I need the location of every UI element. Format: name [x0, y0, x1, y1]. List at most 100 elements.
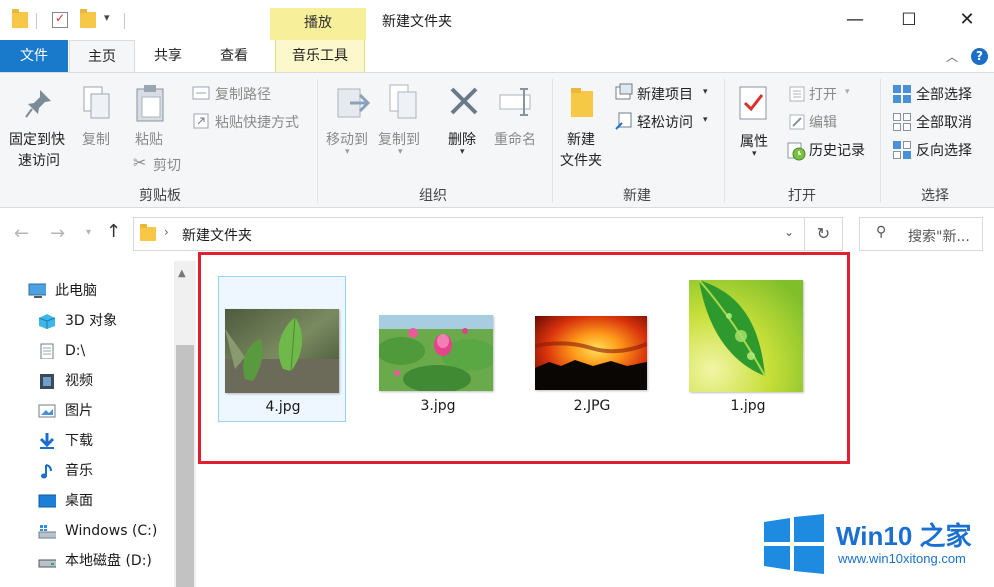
- help-icon[interactable]: ?: [971, 48, 988, 65]
- delete-icon: [450, 87, 478, 115]
- search-input[interactable]: ⚲ 搜索"新...: [859, 217, 983, 251]
- pin-quick-access-button[interactable]: 固定到快: [9, 129, 65, 149]
- nav-label: 视频: [65, 373, 93, 389]
- copy-button[interactable]: 复制: [82, 129, 110, 149]
- local-disk-icon: [38, 559, 56, 568]
- address-dropdown-icon[interactable]: ⌄: [784, 225, 794, 239]
- nav-label: Windows (C:): [65, 523, 158, 539]
- select-none-button[interactable]: 全部取消: [916, 112, 972, 132]
- group-label-open: 打开: [788, 188, 816, 204]
- invert-selection-icon: [893, 141, 911, 159]
- breadcrumb-chevron-icon[interactable]: ›: [164, 225, 169, 239]
- nav-scrollbar-thumb[interactable]: [176, 345, 194, 587]
- divider: [124, 13, 125, 29]
- breadcrumb-current[interactable]: 新建文件夹: [182, 225, 252, 245]
- move-to-button[interactable]: 移动到: [326, 129, 368, 149]
- group-divider: [552, 79, 553, 203]
- 3d-objects-icon: [38, 314, 56, 329]
- copy-path-button[interactable]: 复制路径: [215, 84, 271, 104]
- tab-home[interactable]: 主页: [69, 40, 135, 73]
- copy-to-dropdown-icon[interactable]: ▾: [398, 147, 403, 157]
- windows-drive-icon: [38, 525, 56, 539]
- properties-icon: [739, 86, 767, 120]
- window-title: 新建文件夹: [382, 14, 452, 30]
- recent-locations-icon[interactable]: ▾: [86, 227, 91, 238]
- properties-quick-icon[interactable]: [52, 11, 68, 28]
- refresh-button[interactable]: ↻: [805, 217, 843, 251]
- forward-arrow-icon[interactable]: →: [50, 223, 65, 244]
- nav-label: 3D 对象: [65, 313, 118, 329]
- up-arrow-icon[interactable]: ↑: [106, 221, 121, 242]
- computer-icon: [28, 283, 46, 298]
- search-placeholder: 搜索"新...: [908, 229, 970, 245]
- invert-selection-button[interactable]: 反向选择: [916, 140, 972, 160]
- tab-music-tools[interactable]: 音乐工具: [275, 40, 365, 72]
- tab-share[interactable]: 共享: [140, 40, 196, 72]
- nav-label: 此电脑: [55, 283, 97, 299]
- new-item-button[interactable]: 新建项目: [637, 84, 693, 104]
- cut-button[interactable]: 剪切: [153, 155, 181, 175]
- delete-button[interactable]: 删除: [448, 129, 476, 149]
- new-folder-label: 文件夹: [560, 153, 602, 169]
- nav-label: 下载: [65, 433, 93, 449]
- watermark-url: www.win10xitong.com: [838, 551, 966, 566]
- new-folder-button[interactable]: 新建: [567, 129, 595, 149]
- paste-shortcut-button[interactable]: 粘贴快捷方式: [215, 112, 299, 132]
- pictures-icon: [38, 404, 56, 418]
- new-folder-icon: [571, 88, 593, 117]
- select-all-icon: [893, 85, 911, 103]
- back-arrow-icon[interactable]: ←: [14, 223, 29, 244]
- new-item-icon: [615, 83, 633, 100]
- nav-label: 图片: [65, 403, 93, 419]
- context-tab-play[interactable]: 播放: [270, 8, 366, 40]
- easy-access-dropdown-icon[interactable]: ▾: [703, 115, 708, 125]
- open-dropdown-icon[interactable]: ▾: [845, 87, 850, 97]
- new-item-dropdown-icon[interactable]: ▾: [703, 87, 708, 97]
- group-label-organize: 组织: [419, 188, 447, 204]
- group-divider: [724, 79, 725, 203]
- scissors-icon: ✂: [133, 153, 147, 172]
- group-divider: [317, 79, 318, 203]
- address-bar[interactable]: › 新建文件夹 ⌄: [133, 217, 805, 251]
- watermark-title: Win10 之家: [836, 521, 972, 551]
- history-button[interactable]: 历史记录: [809, 140, 865, 160]
- scroll-up-arrow-icon[interactable]: ▲: [178, 268, 186, 279]
- nav-label: 本地磁盘 (D:): [65, 553, 152, 569]
- copy-to-button[interactable]: 复制到: [378, 129, 420, 149]
- group-label-new: 新建: [623, 188, 651, 204]
- open-button[interactable]: 打开: [809, 84, 837, 104]
- document-icon: [40, 343, 54, 359]
- paste-button[interactable]: 粘贴: [135, 129, 163, 149]
- paste-icon: [136, 85, 164, 122]
- nav-label: 桌面: [65, 493, 93, 509]
- highlight-box: [198, 252, 850, 464]
- properties-button[interactable]: 属性: [740, 131, 768, 151]
- close-button[interactable]: ✕: [944, 0, 990, 40]
- select-all-button[interactable]: 全部选择: [916, 84, 972, 104]
- rename-button[interactable]: 重命名: [494, 129, 536, 149]
- paste-shortcut-icon: [193, 113, 209, 129]
- ribbon-tabs: 文件 主页 共享 查看 音乐工具 ︿ ?: [0, 40, 994, 73]
- customize-quick-access-icon[interactable]: ▾: [104, 11, 110, 24]
- group-label-clipboard: 剪贴板: [139, 188, 181, 204]
- copy-icon: [83, 86, 110, 119]
- properties-dropdown-icon[interactable]: ▾: [752, 149, 757, 159]
- nav-label: 音乐: [65, 463, 93, 479]
- maximize-button[interactable]: ☐: [886, 0, 932, 40]
- move-to-dropdown-icon[interactable]: ▾: [345, 147, 350, 157]
- video-icon: [40, 374, 54, 389]
- ribbon: 固定到快 速访问 复制 粘贴 复制路径 粘贴快捷方式 ✂ 剪切 剪贴板 移动到 …: [0, 72, 994, 208]
- easy-access-button[interactable]: 轻松访问: [637, 112, 693, 132]
- search-icon: ⚲: [876, 224, 887, 240]
- minimize-button[interactable]: —: [832, 0, 878, 40]
- open-icon: [789, 86, 805, 102]
- group-label-select: 选择: [921, 188, 949, 204]
- new-folder-quick-icon[interactable]: [80, 9, 96, 28]
- download-icon: [39, 433, 55, 449]
- desktop-icon: [38, 494, 56, 508]
- edit-button[interactable]: 编辑: [809, 112, 837, 132]
- delete-dropdown-icon[interactable]: ▾: [460, 147, 465, 157]
- tab-file[interactable]: 文件: [0, 40, 68, 72]
- collapse-ribbon-icon[interactable]: ︿: [946, 48, 958, 65]
- tab-view[interactable]: 查看: [206, 40, 262, 72]
